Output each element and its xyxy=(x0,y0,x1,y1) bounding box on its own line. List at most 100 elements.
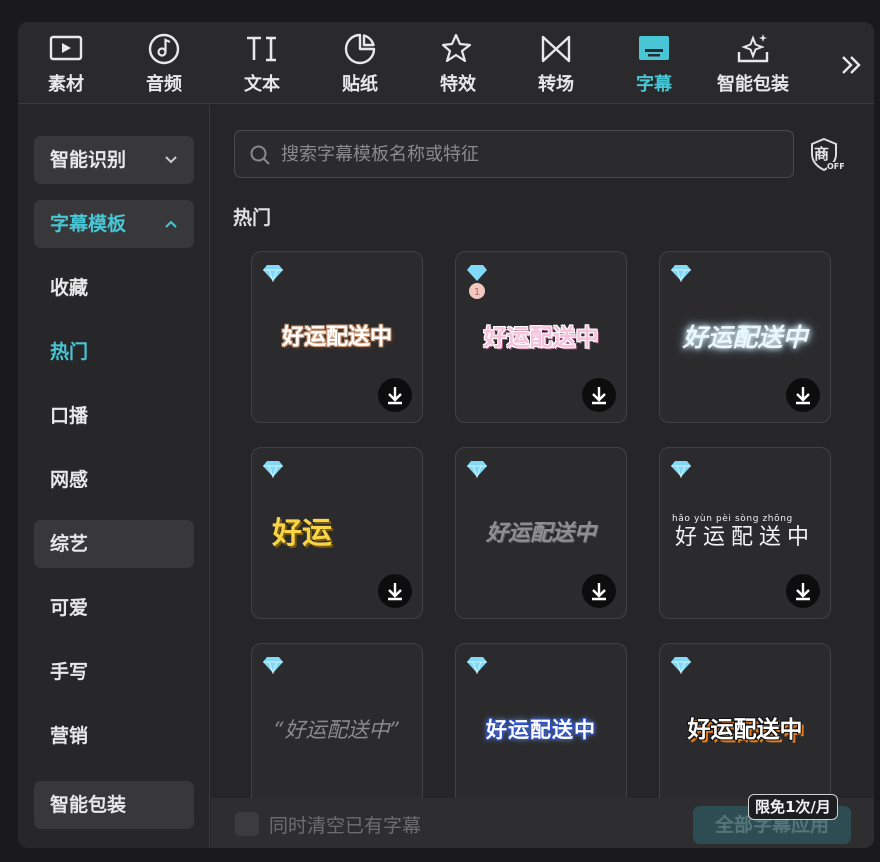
template-grid: 好运配送中 1 好运配送中 好运配送中 好运 好运配送中 hǎo yùn pèi… xyxy=(233,251,833,798)
sidebar-item-voiceover[interactable]: 口播 xyxy=(34,392,194,440)
sidebar-item-label: 网感 xyxy=(50,469,89,491)
sidebar-item-label: 热门 xyxy=(50,341,89,363)
template-preview-text: 好运配送中 xyxy=(483,325,599,351)
download-button[interactable] xyxy=(786,378,820,412)
template-card[interactable]: 好运 xyxy=(251,447,423,619)
sticker-icon xyxy=(344,33,376,65)
checkbox-label: 同时清空已有字幕 xyxy=(269,815,422,837)
tab-label: 音频 xyxy=(146,74,182,95)
smart-pack-icon xyxy=(737,34,769,63)
category-sidebar: 智能识别 字幕模板 收藏 热门 口播 网感 综艺 可爱 手写 营销 智能包装 xyxy=(18,105,210,848)
free-limit-badge: 限免1次/月 xyxy=(748,794,838,820)
template-card[interactable]: 1 好运配送中 xyxy=(455,251,627,423)
tab-smart-pack[interactable]: 智能包装 xyxy=(712,32,794,98)
template-browser: 商 OFF 热门 好运配送中 1 xyxy=(211,105,874,848)
download-button[interactable] xyxy=(582,378,616,412)
tab-transition[interactable]: 转场 xyxy=(516,32,596,98)
tab-label: 贴纸 xyxy=(342,74,378,95)
sidebar-item-cute[interactable]: 可爱 xyxy=(34,584,194,632)
tab-effects[interactable]: 特效 xyxy=(418,32,498,98)
template-preview-text: 好运配送中 xyxy=(682,323,808,352)
chevron-down-icon xyxy=(164,136,178,204)
transition-icon xyxy=(541,35,571,63)
download-button[interactable] xyxy=(582,574,616,608)
clear-existing-checkbox[interactable] xyxy=(235,812,259,836)
tab-label: 特效 xyxy=(440,74,476,95)
template-card[interactable]: 好运配送中 xyxy=(659,251,831,423)
diamond-icon xyxy=(263,657,283,674)
template-preview-text: 好运 xyxy=(272,516,332,551)
tab-label: 转场 xyxy=(538,74,574,95)
template-preview-text: “好运配送中” xyxy=(273,718,401,742)
music-icon xyxy=(148,33,180,65)
template-preview-text: 好运配送中 xyxy=(674,525,815,550)
tab-label: 素材 xyxy=(48,74,84,95)
sidebar-item-trendy[interactable]: 网感 xyxy=(34,456,194,504)
template-preview-text: 好运配送中 xyxy=(485,521,596,546)
download-icon xyxy=(796,583,810,601)
section-title: 热门 xyxy=(233,207,272,229)
download-icon xyxy=(388,583,402,601)
double-chevron-right-icon[interactable] xyxy=(836,50,866,80)
diamond-icon xyxy=(467,657,487,674)
template-card[interactable]: 好运配送中 xyxy=(455,447,627,619)
sidebar-item-variety[interactable]: 综艺 xyxy=(34,520,194,568)
diamond-icon xyxy=(671,657,691,674)
sidebar-item-label: 收藏 xyxy=(50,277,89,299)
template-card[interactable]: hǎo yùn pèi sòng zhōng 好运配送中 xyxy=(659,447,831,619)
sidebar-item-label: 可爱 xyxy=(50,597,89,619)
sidebar-item-handwriting[interactable]: 手写 xyxy=(34,648,194,696)
tab-sticker[interactable]: 贴纸 xyxy=(320,32,400,98)
template-preview-text: 好运配送中 xyxy=(687,717,803,743)
template-preview-text: 好运配送中 xyxy=(281,325,392,350)
download-icon xyxy=(388,387,402,405)
template-preview-text: 好运配送中 xyxy=(486,718,596,742)
text-icon xyxy=(247,36,276,62)
tab-subtitle[interactable]: 字幕 xyxy=(614,32,694,98)
download-icon xyxy=(592,387,606,405)
tab-text[interactable]: 文本 xyxy=(222,32,302,98)
diamond-icon xyxy=(263,461,283,478)
sidebar-item-marketing[interactable]: 营销 xyxy=(34,712,194,760)
effects-icon xyxy=(441,33,472,63)
download-button[interactable] xyxy=(786,574,820,608)
download-icon xyxy=(796,387,810,405)
svg-text:1: 1 xyxy=(474,287,480,298)
template-card[interactable]: 好运配送中 xyxy=(455,643,627,798)
download-button[interactable] xyxy=(378,378,412,412)
sidebar-item-label: 手写 xyxy=(50,661,89,683)
template-card[interactable]: “好运配送中” xyxy=(251,643,423,798)
search-icon xyxy=(250,145,270,165)
diamond-icon xyxy=(671,265,691,282)
download-button[interactable] xyxy=(378,574,412,608)
tab-label: 文本 xyxy=(244,74,280,95)
tab-media[interactable]: 素材 xyxy=(26,32,106,98)
sidebar-item-favorites[interactable]: 收藏 xyxy=(34,264,194,312)
medal-icon: 1 xyxy=(467,265,487,299)
sidebar-item-hot[interactable]: 热门 xyxy=(34,328,194,376)
sidebar-item-label: 智能包装 xyxy=(50,794,127,816)
commercial-filter-button[interactable]: 商 OFF xyxy=(809,137,845,173)
sidebar-item-smart-pack[interactable]: 智能包装 xyxy=(34,781,194,829)
download-icon xyxy=(592,583,606,601)
top-tab-bar: 素材 音频 文本 贴纸 特效 转场 字幕 智能包装 xyxy=(18,22,874,104)
diamond-icon xyxy=(671,461,691,478)
chevron-up-icon xyxy=(164,200,178,268)
diamond-icon xyxy=(467,461,487,478)
tab-label: 智能包装 xyxy=(717,74,789,95)
tab-audio[interactable]: 音频 xyxy=(124,32,204,98)
sidebar-item-subtitle-templates[interactable]: 字幕模板 xyxy=(34,200,194,248)
search-input[interactable] xyxy=(281,131,781,177)
template-card[interactable]: 好运配送中 xyxy=(659,643,831,798)
sidebar-item-label: 字幕模板 xyxy=(50,213,127,235)
sidebar-item-label: 营销 xyxy=(50,725,89,747)
sidebar-item-label: 综艺 xyxy=(50,533,89,555)
sidebar-item-label: 口播 xyxy=(50,405,89,427)
sidebar-item-label: 智能识别 xyxy=(50,149,127,171)
subtitle-panel: 素材 音频 文本 贴纸 特效 转场 字幕 智能包装 智能识别 字幕模板 收藏 热… xyxy=(18,22,874,848)
media-icon xyxy=(49,35,83,61)
template-card[interactable]: 好运配送中 xyxy=(251,251,423,423)
bottom-action-bar: 同时清空已有字幕 全部字幕应用 限免1次/月 xyxy=(211,794,874,848)
sidebar-item-smart-recognition[interactable]: 智能识别 xyxy=(34,136,194,184)
subtitle-icon xyxy=(639,36,669,60)
